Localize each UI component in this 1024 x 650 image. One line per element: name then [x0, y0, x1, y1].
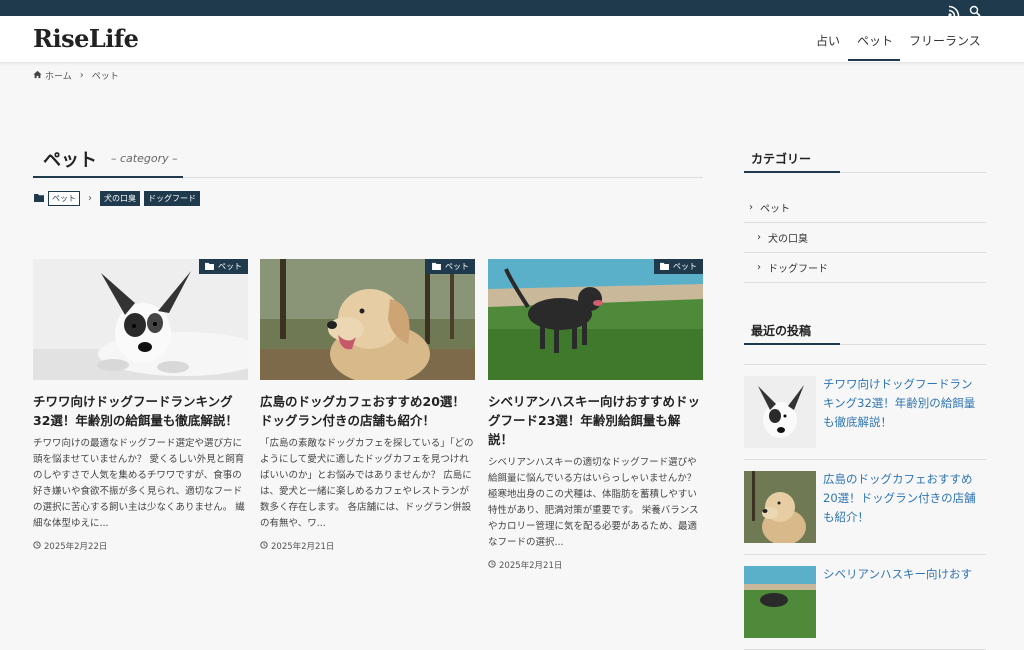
post-excerpt: 「広島の素敵なドッグカフェを探している」「どのようにして愛犬に適したドッグカフェ… — [260, 438, 474, 529]
chevron-right-icon: › — [749, 202, 753, 213]
recent-post-thumbnail[interactable] — [744, 471, 816, 543]
recent-post-item[interactable]: シベリアンハスキー向けおす — [744, 555, 986, 650]
folder-icon — [432, 262, 441, 272]
recent-post-title[interactable]: チワワ向けドッグフードランキング32選！年齢別の給餌量も徹底解説！ — [823, 375, 983, 432]
recent-post-title[interactable]: 広島のドッグカフェおすすめ20選！ドッグラン付きの店舗も紹介！ — [823, 470, 983, 527]
recent-post-item[interactable]: 広島のドッグカフェおすすめ20選！ドッグラン付きの店舗も紹介！ — [744, 460, 986, 555]
tag-child[interactable]: 犬の口臭 — [100, 191, 140, 206]
nav-item-pet[interactable]: ペット — [857, 32, 893, 49]
badge-label: ペット — [445, 262, 469, 271]
clock-icon — [33, 540, 41, 552]
post-date-text: 2025年2月21日 — [499, 561, 563, 571]
post-excerpt: チワワ向けの最適なドッグフード選定や選び方に頭を悩ませていませんか？ 愛くるしい… — [33, 438, 245, 529]
breadcrumb-home[interactable]: ホーム — [45, 69, 72, 82]
search-icon[interactable] — [969, 2, 981, 17]
recent-post-title[interactable]: シベリアンハスキー向けおす — [823, 565, 983, 584]
page-subtitle: – category – — [111, 152, 178, 165]
folder-icon — [660, 262, 669, 272]
sidebar-heading-text: カテゴリー — [751, 152, 812, 166]
sidebar-category-item[interactable]: › 犬の口臭 — [744, 223, 986, 253]
badge-label: ペット — [673, 262, 697, 271]
heading-underline — [744, 343, 840, 345]
post-date-text: 2025年2月21日 — [271, 542, 335, 552]
post-card[interactable]: ペット 広島のドッグカフェおすすめ20選！ドッグラン付きの店舗も紹介！ 「広島の… — [260, 259, 475, 552]
post-date: 2025年2月21日 — [260, 540, 475, 552]
post-date: 2025年2月22日 — [33, 540, 248, 552]
page-title: ペット — [43, 150, 97, 171]
dog-photo-image — [33, 259, 248, 380]
chevron-right-icon: › — [79, 70, 84, 81]
category-badge[interactable]: ペット — [426, 259, 475, 274]
post-card[interactable]: ペット シベリアンハスキー向けおすすめドッグフード23選！年齢別給餌量も解説！ … — [488, 259, 703, 571]
recent-post-thumbnail[interactable] — [744, 566, 816, 638]
site-logo[interactable]: RiseLife — [33, 24, 139, 53]
heading-underline — [744, 171, 840, 173]
breadcrumb: ホーム › ペット — [33, 69, 119, 82]
sidebar-categories-heading: カテゴリー — [744, 146, 986, 173]
sidebar-category-label: ペット — [760, 204, 790, 215]
clock-icon — [260, 540, 268, 552]
post-excerpt: シベリアンハスキーの適切なドッグフード選びや給餌量に悩んでいる方はいらっしゃいま… — [488, 457, 699, 548]
recent-post-thumbnail[interactable] — [744, 376, 816, 448]
recent-post-item[interactable]: チワワ向けドッグフードランキング32選！年齢別の給餌量も徹底解説！ — [744, 365, 986, 460]
post-card[interactable]: ペット チワワ向けドッグフードランキング32選！年齢別の給餌量も徹底解説！ チワ… — [33, 259, 248, 552]
clock-icon — [488, 559, 496, 571]
sidebar-category-item[interactable]: › ペット — [744, 193, 986, 223]
dog-photo-image — [488, 259, 703, 380]
category-tag-list: ペット › 犬の口臭 ドッグフード — [34, 191, 200, 206]
chevron-right-icon: › — [88, 193, 92, 204]
post-thumbnail[interactable]: ペット — [488, 259, 703, 380]
tag-parent[interactable]: ペット — [48, 191, 80, 206]
tag-child[interactable]: ドッグフード — [144, 191, 200, 206]
dog-photo-image — [744, 376, 816, 448]
sidebar-heading-text: 最近の投稿 — [751, 324, 812, 338]
rss-icon[interactable] — [948, 2, 960, 17]
post-thumbnail[interactable]: ペット — [260, 259, 475, 380]
category-heading: ペット – category – — [33, 141, 703, 178]
top-bar — [0, 0, 1024, 17]
home-icon — [33, 70, 42, 82]
post-title[interactable]: シベリアンハスキー向けおすすめドッグフード23選！年齢別給餌量も解説！ — [488, 392, 703, 449]
folder-icon — [34, 193, 44, 204]
chevron-right-icon: › — [757, 232, 761, 243]
heading-underline — [33, 176, 183, 178]
post-date-text: 2025年2月22日 — [44, 542, 108, 552]
post-title[interactable]: 広島のドッグカフェおすすめ20選！ドッグラン付きの店舗も紹介！ — [260, 392, 475, 430]
dog-photo-image — [744, 471, 816, 543]
nav-item-uranai[interactable]: 占い — [816, 32, 840, 49]
chevron-right-icon: › — [757, 262, 761, 273]
folder-icon — [205, 262, 214, 272]
badge-label: ペット — [218, 262, 242, 271]
dog-photo-image — [744, 566, 816, 638]
nav-active-indicator — [848, 59, 900, 61]
site-header: RiseLife 占い ペット フリーランス — [0, 16, 1024, 63]
dog-photo-image — [260, 259, 475, 380]
sidebar-category-label: ドッグフード — [768, 264, 828, 275]
post-thumbnail[interactable]: ペット — [33, 259, 248, 380]
nav-item-freelance[interactable]: フリーランス — [909, 32, 981, 49]
sidebar-recent-heading: 最近の投稿 — [744, 318, 986, 345]
post-date: 2025年2月21日 — [488, 559, 703, 571]
sidebar-category-item[interactable]: › ドッグフード — [744, 253, 986, 283]
post-title[interactable]: チワワ向けドッグフードランキング32選！年齢別の給餌量も徹底解説！ — [33, 392, 248, 430]
category-badge[interactable]: ペット — [199, 259, 248, 274]
sidebar-category-label: 犬の口臭 — [768, 234, 808, 245]
category-badge[interactable]: ペット — [654, 259, 703, 274]
breadcrumb-current: ペット — [91, 72, 119, 82]
